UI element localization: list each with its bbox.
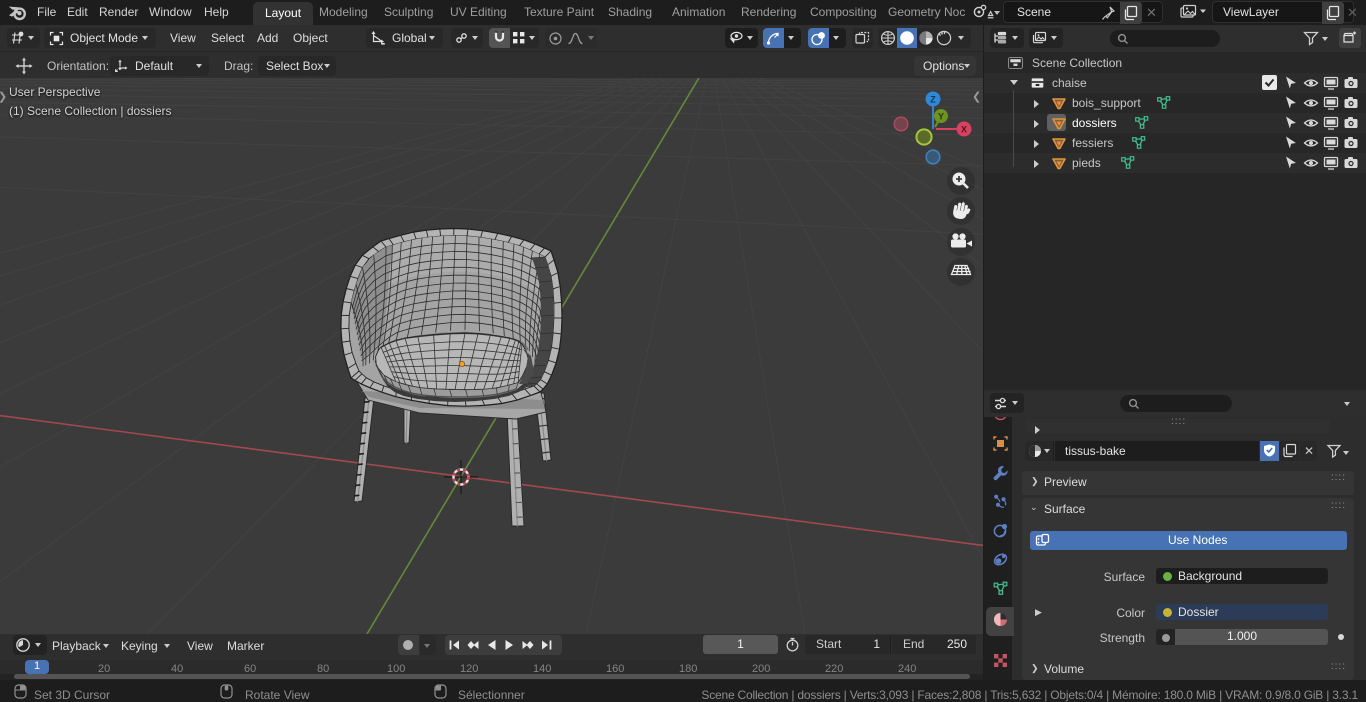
svg-text:X: X xyxy=(961,125,967,135)
svg-text:Y: Y xyxy=(938,112,944,122)
svg-text:Z: Z xyxy=(930,95,936,105)
